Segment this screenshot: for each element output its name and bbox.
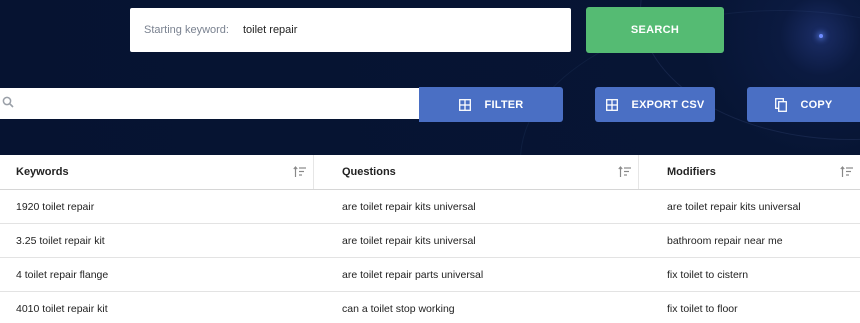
keyword-field[interactable]: Starting keyword: toilet repair xyxy=(130,8,571,52)
keyword-cell[interactable]: 4 toilet repair flange xyxy=(0,258,314,291)
keyword-cell[interactable]: 1920 toilet repair xyxy=(0,190,314,223)
column-header-questions[interactable]: Questions xyxy=(314,155,639,189)
column-header-keywords[interactable]: Keywords xyxy=(0,155,314,189)
table-row: 4010 toilet repair kit can a toilet stop… xyxy=(0,292,860,323)
grid-icon xyxy=(605,98,618,111)
question-cell[interactable]: can a toilet stop working xyxy=(314,292,639,323)
keyword-cell[interactable]: 4010 toilet repair kit xyxy=(0,292,314,323)
table-row: 3.25 toilet repair kit are toilet repair… xyxy=(0,224,860,258)
keyword-cell[interactable]: 3.25 toilet repair kit xyxy=(0,224,314,257)
column-header-label: Keywords xyxy=(16,166,69,178)
filter-button-label: FILTER xyxy=(484,98,524,111)
sort-icon[interactable] xyxy=(840,166,854,178)
table-header: Keywords Questions Modifiers xyxy=(0,155,860,190)
results-table: Keywords Questions Modifiers 1920 toilet… xyxy=(0,155,860,323)
column-header-modifiers[interactable]: Modifiers xyxy=(639,155,860,189)
modifier-cell[interactable]: bathroom repair near me xyxy=(639,224,860,257)
column-header-label: Modifiers xyxy=(667,166,716,178)
table-row: 1920 toilet repair are toilet repair kit… xyxy=(0,190,860,224)
modifier-cell[interactable]: are toilet repair kits universal xyxy=(639,190,860,223)
question-cell[interactable]: are toilet repair parts universal xyxy=(314,258,639,291)
hero-banner: Starting keyword: toilet repair SEARCH F… xyxy=(0,0,860,155)
grid-icon xyxy=(458,98,471,111)
question-cell[interactable]: are toilet repair kits universal xyxy=(314,224,639,257)
search-button[interactable]: SEARCH xyxy=(586,7,724,53)
filter-input[interactable] xyxy=(20,88,419,119)
filter-field[interactable] xyxy=(0,88,419,119)
background-glow xyxy=(819,34,823,38)
export-csv-button-label: EXPORT CSV xyxy=(631,98,705,111)
column-header-label: Questions xyxy=(342,166,396,178)
copy-button[interactable]: COPY xyxy=(747,87,860,122)
filter-button[interactable]: FILTER xyxy=(419,87,563,122)
search-icon xyxy=(2,95,14,113)
export-csv-button[interactable]: EXPORT CSV xyxy=(595,87,715,122)
modifier-cell[interactable]: fix toilet to cistern xyxy=(639,258,860,291)
sort-icon[interactable] xyxy=(618,166,632,178)
table-row: 4 toilet repair flange are toilet repair… xyxy=(0,258,860,292)
modifier-cell[interactable]: fix toilet to floor xyxy=(639,292,860,323)
keyword-input[interactable]: toilet repair xyxy=(243,24,297,36)
sort-icon[interactable] xyxy=(293,166,307,178)
copy-button-label: COPY xyxy=(800,98,833,111)
question-cell[interactable]: are toilet repair kits universal xyxy=(314,190,639,223)
copy-icon xyxy=(774,97,787,112)
keyword-label: Starting keyword: xyxy=(144,24,229,36)
